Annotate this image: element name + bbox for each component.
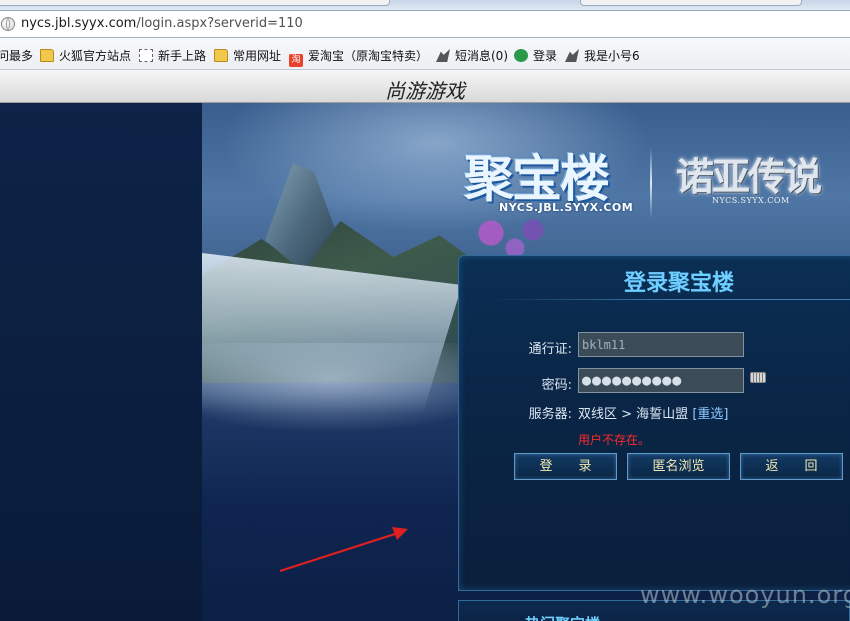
url-host: nycs.jbl.syyx.com [21, 16, 137, 31]
site-title-bar: 尚游游戏 [0, 70, 850, 103]
secondary-panel-title: 热门聚宝楼 [525, 613, 600, 621]
left-dark-panel [0, 103, 202, 621]
browser-tab-strip [0, 0, 850, 10]
bookmark-label: 登录 [533, 49, 558, 63]
bookmark-label: 火狐官方站点 [59, 49, 132, 63]
folder-icon [40, 49, 54, 62]
logo-divider [650, 148, 652, 218]
bookmark-common-sites[interactable]: 常用网址 [214, 47, 281, 64]
login-button[interactable]: 登 录 [514, 453, 617, 480]
bookmark-most-visited[interactable]: 问最多 [0, 47, 33, 64]
bookmark-label: 新手上路 [158, 49, 207, 63]
annotation-arrow [280, 527, 408, 573]
bookmark-label: 我是小号6 [584, 49, 640, 63]
passport-input[interactable] [578, 332, 744, 357]
watermark: www.wooyun.org [640, 581, 850, 609]
url-text[interactable]: nycs.jbl.syyx.com/login.aspx?serverid=11… [21, 16, 303, 31]
dashed-page-icon [139, 49, 153, 62]
bookmark-login[interactable]: 登录 [514, 47, 557, 64]
round-app-icon [514, 49, 528, 62]
bird-icon [436, 49, 450, 62]
back-button[interactable]: 返 回 [740, 453, 843, 480]
password-label: 密码: [541, 378, 572, 393]
server-selection: 双线区 > 海誓山盟 [重选] [578, 403, 728, 422]
site-title: 尚游游戏 [385, 79, 465, 103]
page-content: 聚宝楼 NYCS.JBL.SYYX.COM 诺亚传说 NYCS.SYYX.COM… [0, 103, 850, 621]
url-path: /login.aspx?serverid=110 [136, 16, 303, 31]
reselect-server-link[interactable]: [重选] [692, 407, 728, 422]
portal-domain: NYCS.JBL.SYYX.COM [499, 201, 634, 214]
bookmark-messages[interactable]: 短消息(0) [436, 47, 508, 64]
bird-icon [565, 49, 579, 62]
password-input[interactable]: ●●●●●●●●●● [578, 368, 744, 393]
browser-tab[interactable] [0, 0, 390, 6]
bookmark-alt-account[interactable]: 我是小号6 [565, 47, 640, 64]
taobao-icon: 淘 [289, 54, 303, 67]
bookmark-firefox-site[interactable]: 火狐官方站点 [40, 47, 131, 64]
title-divider [489, 299, 850, 300]
bookmark-label: 爱淘宝（原淘宝特卖） [308, 49, 429, 63]
keyboard-icon[interactable] [750, 372, 766, 383]
bookmark-label: 常用网址 [233, 49, 282, 63]
server-value: 双线区 > 海誓山盟 [578, 407, 689, 422]
bookmark-label: 短消息(0) [455, 49, 508, 63]
bookmark-label: 问最多 [0, 49, 34, 63]
login-title: 登录聚宝楼 [623, 270, 734, 296]
folder-icon [214, 49, 228, 62]
bookmark-getting-started[interactable]: 新手上路 [139, 47, 206, 64]
address-bar[interactable]: nycs.jbl.syyx.com/login.aspx?serverid=11… [0, 10, 850, 38]
anonymous-browse-button[interactable]: 匿名浏览 [627, 453, 730, 480]
globe-icon [1, 17, 15, 31]
browser-tab[interactable] [580, 0, 802, 6]
bookmark-ai-taobao[interactable]: 淘爱淘宝（原淘宝特卖） [289, 47, 428, 67]
error-message: 用户不存在。 [578, 433, 651, 447]
bookmarks-toolbar: 问最多 火狐官方站点 新手上路 常用网址 淘爱淘宝（原淘宝特卖） 短消息(0) … [0, 38, 850, 70]
passport-label: 通行证: [528, 342, 572, 357]
login-panel: 登录聚宝楼 通行证: 密码: ●●●●●●●●●● 服务器: 双线区 > 海誓山… [458, 255, 850, 591]
server-label: 服务器: [528, 407, 572, 422]
game-domain: NYCS.SYYX.COM [712, 196, 790, 205]
game-logo: 诺亚传说 [676, 154, 822, 199]
